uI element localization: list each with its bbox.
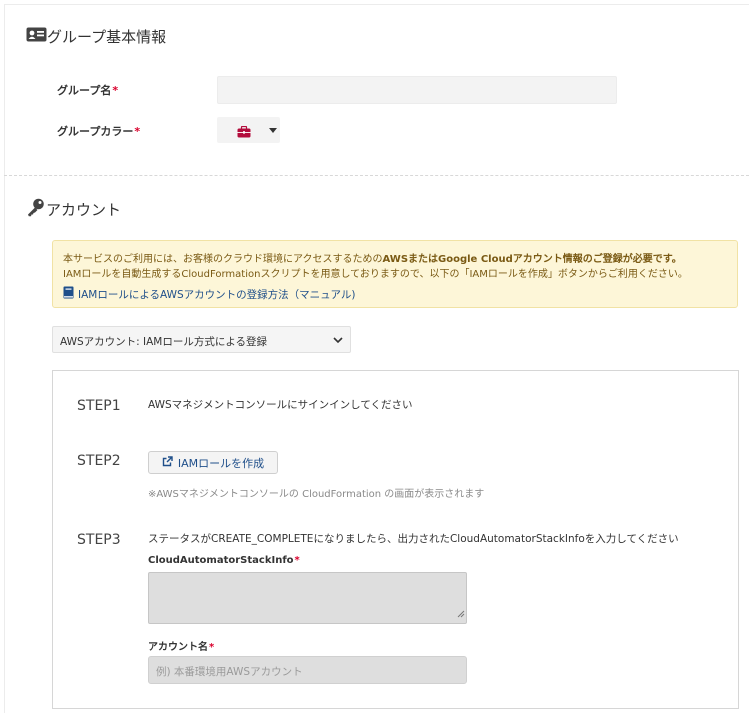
group-name-label: グループ名* xyxy=(57,84,119,97)
required-mark: * xyxy=(134,125,141,138)
required-mark: * xyxy=(294,555,300,566)
notice-line-1: 本サービスのご利用には、お客様のクラウド環境にアクセスするためのAWSまたはGo… xyxy=(63,254,682,265)
steps-panel: STEP1 AWSマネジメントコンソールにサインインしてください STEP2 I… xyxy=(52,370,739,709)
step3-instruction: ステータスがCREATE_COMPLETEになりましたら、出力されたCloudA… xyxy=(148,533,679,545)
resize-grip-icon[interactable] xyxy=(457,603,465,622)
account-title-text: アカウント xyxy=(46,200,122,219)
notice-box: 本サービスのご利用には、お客様のクラウド環境にアクセスするためのAWSまたはGo… xyxy=(52,240,738,308)
account-name-placeholder: 例) 本番環境用AWSアカウント xyxy=(156,666,303,678)
step3-label: STEP3 xyxy=(77,532,121,548)
group-info-title-text: グループ基本情報 xyxy=(47,28,167,46)
step1-label: STEP1 xyxy=(77,398,121,414)
caret-down-icon xyxy=(269,128,277,133)
manual-link-text: IAMロールによるAWSアカウントの登録方法（マニュアル) xyxy=(78,288,356,301)
step2-label: STEP2 xyxy=(77,453,121,469)
required-mark: * xyxy=(112,84,119,97)
section-divider xyxy=(4,175,749,176)
page-frame-top xyxy=(4,4,749,5)
stackinfo-textarea[interactable] xyxy=(148,572,467,624)
group-color-picker[interactable] xyxy=(217,117,280,143)
create-iam-role-label: IAMロールを作成 xyxy=(177,456,265,470)
external-link-icon xyxy=(162,455,173,470)
group-name-input[interactable] xyxy=(217,76,617,104)
key-icon xyxy=(26,197,46,221)
id-card-icon xyxy=(26,27,47,46)
registration-method-value: AWSアカウント: IAMロール方式による登録 xyxy=(60,336,268,348)
book-icon xyxy=(63,286,74,302)
step1-instruction: AWSマネジメントコンソールにサインインしてください xyxy=(148,399,413,411)
briefcase-icon xyxy=(237,123,251,142)
step2-note: ※AWSマネジメントコンソールの CloudFormation の画面が表示され… xyxy=(148,489,485,500)
group-info-section-title: グループ基本情報 xyxy=(26,26,166,47)
account-section-title: アカウント xyxy=(26,197,121,221)
required-mark: * xyxy=(209,642,215,653)
notice-line-2: IAMロールを自動生成するCloudFormationスクリプトを用意しておりま… xyxy=(63,269,688,280)
account-name-label: アカウント名* xyxy=(148,642,215,653)
chevron-down-icon xyxy=(333,335,343,347)
create-iam-role-button[interactable]: IAMロールを作成 xyxy=(148,451,278,474)
page-frame-left xyxy=(4,4,5,713)
account-name-input[interactable]: 例) 本番環境用AWSアカウント xyxy=(148,656,467,684)
stackinfo-label: CloudAutomatorStackInfo* xyxy=(148,555,300,566)
group-color-label: グループカラー* xyxy=(57,125,141,138)
manual-link[interactable]: IAMロールによるAWSアカウントの登録方法（マニュアル) xyxy=(63,286,355,302)
registration-method-select[interactable]: AWSアカウント: IAMロール方式による登録 xyxy=(52,326,351,353)
